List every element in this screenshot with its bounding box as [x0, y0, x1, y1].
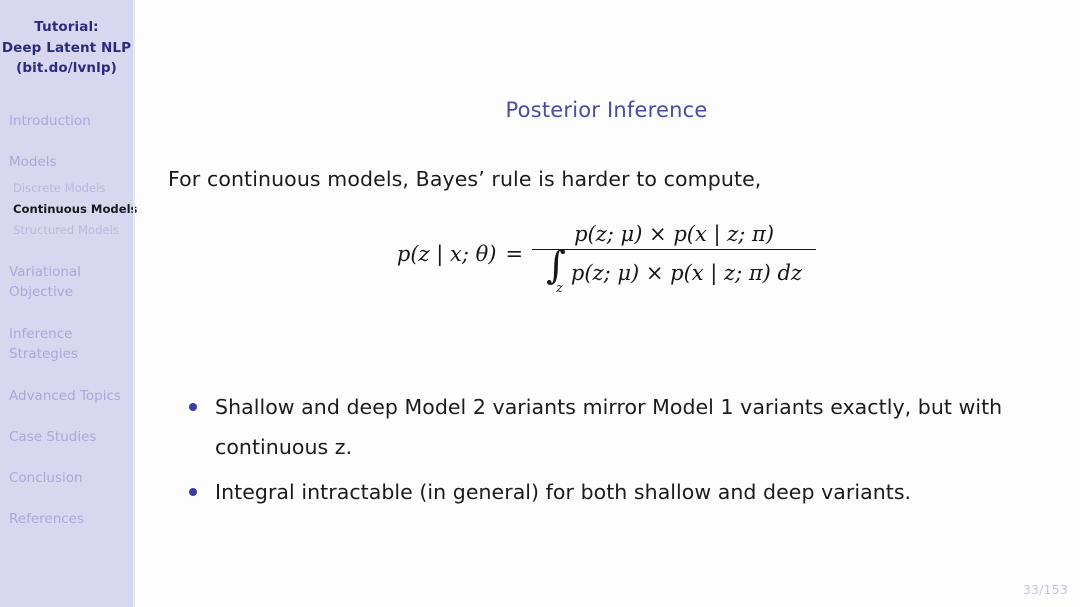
sidebar-title-line-1: Tutorial: [34, 19, 99, 35]
sidebar-item-discrete-models[interactable]: Discrete Models [0, 178, 133, 199]
formula-equals-sign: = [505, 242, 524, 266]
formula-numerator: p(z; μ) × p(x | z; π) [574, 222, 775, 246]
sidebar-item-case-studies[interactable]: Case Studies [0, 427, 133, 447]
formula-denominator: ∫ z p(z; μ) × p(x | z; π) dz [540, 246, 808, 296]
bullet-list: Shallow and deep Model 2 variants mirror… [185, 387, 1005, 517]
bayes-rule-formula: p(z | x; θ) = p(z; μ) × p(x | z; π) ∫ z … [133, 222, 1080, 296]
integral-subscript: z [556, 281, 563, 297]
sidebar-item-references[interactable]: References [0, 509, 133, 529]
sidebar-item-advanced-topics[interactable]: Advanced Topics [0, 386, 133, 406]
sidebar-navigation: Tutorial: Deep Latent NLP (bit.do/lvnlp)… [0, 0, 137, 607]
presentation-slide: Tutorial: Deep Latent NLP (bit.do/lvnlp)… [0, 0, 1080, 607]
sidebar-title-line-2: Deep Latent NLP [1, 39, 132, 56]
formula-lhs: p(z | x; θ) [396, 242, 497, 266]
sidebar-item-introduction[interactable]: Introduction [0, 111, 133, 131]
list-item-text: Integral intractable (in general) for bo… [215, 480, 912, 504]
sidebar-item-variational-objective[interactable]: Variational Objective [0, 262, 114, 303]
lead-paragraph: For continuous models, Bayes’ rule is ha… [168, 167, 762, 191]
slide-title: Posterior Inference [505, 98, 708, 122]
sidebar-title: Tutorial: Deep Latent NLP (bit.do/lvnlp) [0, 0, 133, 79]
sidebar-item-inference-strategies[interactable]: Inference Strategies [0, 324, 94, 365]
integral-operator: ∫ z [546, 246, 569, 296]
sidebar-item-conclusion[interactable]: Conclusion [0, 468, 133, 488]
integral-sign-glyph: ∫ [546, 243, 566, 288]
list-item: Integral intractable (in general) for bo… [185, 472, 1005, 512]
bullet-marker-icon [189, 403, 197, 411]
page-number: 33/153 [1022, 582, 1068, 597]
sidebar-item-structured-models[interactable]: Structured Models [0, 220, 133, 241]
bullet-marker-icon [189, 488, 197, 496]
sidebar-item-models[interactable]: Models [0, 152, 133, 172]
list-item-text: Shallow and deep Model 2 variants mirror… [215, 395, 1003, 459]
formula-fraction: p(z; μ) × p(x | z; π) ∫ z p(z; μ) × p(x … [532, 222, 817, 296]
list-item: Shallow and deep Model 2 variants mirror… [185, 387, 1005, 467]
sidebar-nav-list: Introduction Models Discrete Models Cont… [0, 111, 137, 529]
slide-content: Posterior Inference For continuous model… [133, 0, 1080, 607]
sidebar-title-line-3: (bit.do/lvnlp) [16, 60, 117, 76]
sidebar-item-continuous-models[interactable]: Continuous Models [0, 199, 137, 220]
formula-denominator-body: p(z; μ) × p(x | z; π) dz [570, 261, 803, 286]
